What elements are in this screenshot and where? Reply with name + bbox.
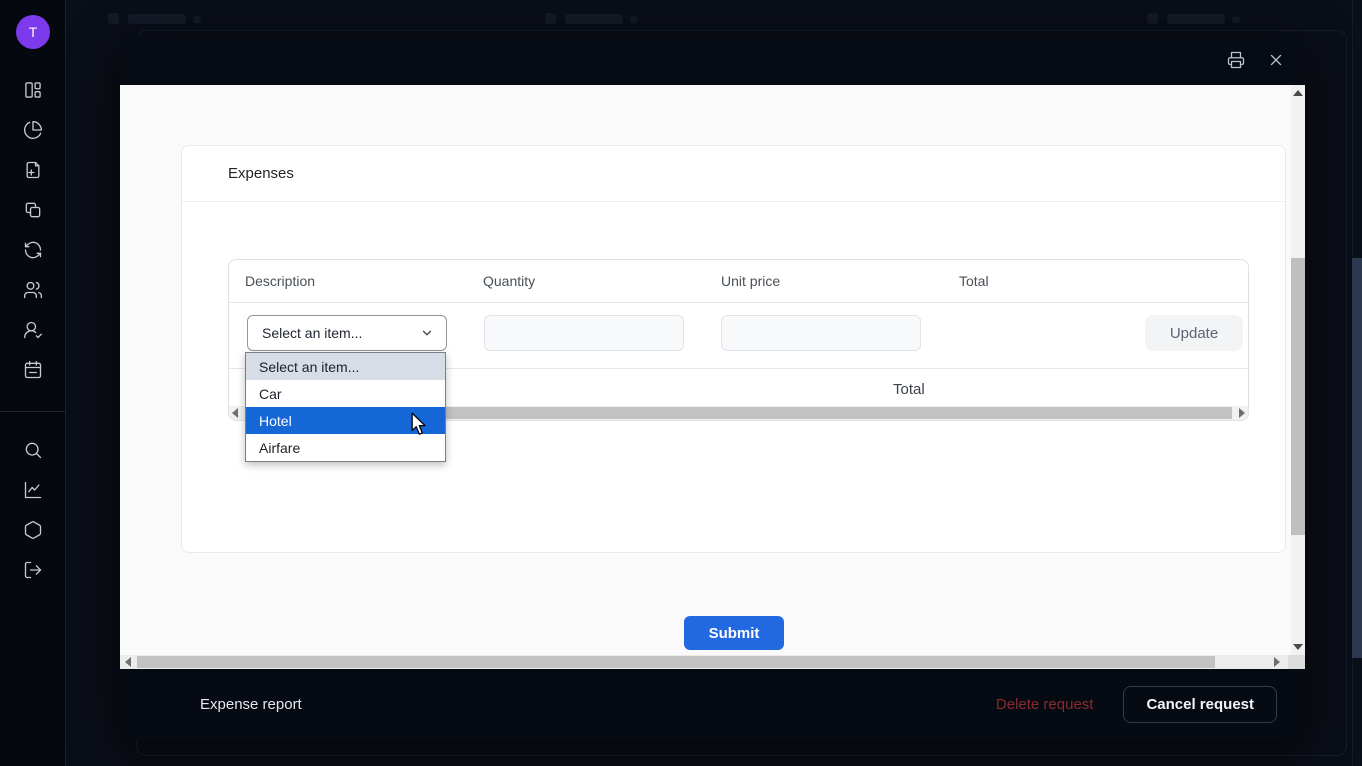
dropdown-option-select-an-item[interactable]: Select an item... xyxy=(246,353,445,380)
window-scrollbar-thumb[interactable] xyxy=(1352,258,1362,658)
background-tab-icon xyxy=(1147,13,1158,24)
calendar-icon[interactable] xyxy=(23,360,43,380)
total-label: Total xyxy=(893,369,925,409)
line-chart-icon[interactable] xyxy=(23,480,43,500)
modal-footer: Expense report Delete request Cancel req… xyxy=(120,669,1305,740)
search-icon[interactable] xyxy=(23,440,43,460)
modal-scrollbar-thumb[interactable] xyxy=(1291,258,1305,535)
dashboard-icon[interactable] xyxy=(23,80,43,100)
copy-icon[interactable] xyxy=(23,200,43,220)
pie-chart-icon[interactable] xyxy=(23,120,43,140)
scroll-right-icon[interactable] xyxy=(1239,408,1245,418)
scroll-down-icon[interactable] xyxy=(1293,644,1303,650)
close-icon[interactable] xyxy=(1267,51,1285,69)
background-tab-icon xyxy=(545,13,556,24)
modal-header xyxy=(120,35,1305,85)
scroll-up-icon[interactable] xyxy=(1293,90,1303,96)
column-header-total: Total xyxy=(943,273,1248,289)
background-tab-label xyxy=(565,14,623,24)
delete-request-link[interactable]: Delete request xyxy=(996,696,1094,713)
modal-horizontal-scrollbar[interactable] xyxy=(120,655,1305,669)
chevron-down-icon xyxy=(420,326,434,340)
print-icon[interactable] xyxy=(1227,51,1245,69)
expenses-title: Expenses xyxy=(228,165,294,182)
sidebar: T xyxy=(0,0,66,766)
background-tab-label xyxy=(128,14,186,24)
scroll-left-icon[interactable] xyxy=(125,657,131,667)
background-tab-chevron xyxy=(630,16,638,23)
hexagon-icon[interactable] xyxy=(23,520,43,540)
column-header-description: Description xyxy=(229,273,467,289)
scroll-right-icon[interactable] xyxy=(1274,657,1280,667)
file-plus-icon[interactable] xyxy=(23,160,43,180)
column-header-unit-price: Unit price xyxy=(705,273,943,289)
background-tab-chevron xyxy=(193,16,201,23)
submit-button[interactable]: Submit xyxy=(684,616,784,650)
dropdown-option-car[interactable]: Car xyxy=(246,380,445,407)
description-select[interactable]: Select an item... xyxy=(247,315,447,351)
quantity-input[interactable] xyxy=(484,315,684,351)
update-button[interactable]: Update xyxy=(1145,315,1243,351)
modal-hscrollbar-thumb[interactable] xyxy=(137,656,1215,668)
expenses-card: Expenses Description Quantity Unit price… xyxy=(181,145,1286,553)
dropdown-option-airfare[interactable]: Airfare xyxy=(246,434,445,461)
expense-report-title: Expense report xyxy=(200,696,302,713)
background-tab-label xyxy=(1167,14,1225,24)
sidebar-divider xyxy=(0,411,66,412)
user-check-icon[interactable] xyxy=(23,320,43,340)
users-icon[interactable] xyxy=(23,280,43,300)
refresh-icon[interactable] xyxy=(23,240,43,260)
column-header-quantity: Quantity xyxy=(467,273,705,289)
expenses-card-header: Expenses xyxy=(182,146,1285,202)
description-dropdown-menu: Select an item... Car Hotel Airfare xyxy=(245,352,446,462)
cancel-request-button[interactable]: Cancel request xyxy=(1123,686,1277,723)
background-tab-icon xyxy=(108,13,119,24)
expenses-table-header: Description Quantity Unit price Total xyxy=(229,260,1248,303)
logout-icon[interactable] xyxy=(23,560,43,580)
description-select-value: Select an item... xyxy=(262,325,362,341)
scroll-left-icon[interactable] xyxy=(232,408,238,418)
background-tab-chevron xyxy=(1232,16,1240,23)
dropdown-option-hotel[interactable]: Hotel xyxy=(246,407,445,434)
scrollbar-corner xyxy=(1288,655,1305,669)
avatar[interactable]: T xyxy=(16,15,50,49)
unit-price-input[interactable] xyxy=(721,315,921,351)
